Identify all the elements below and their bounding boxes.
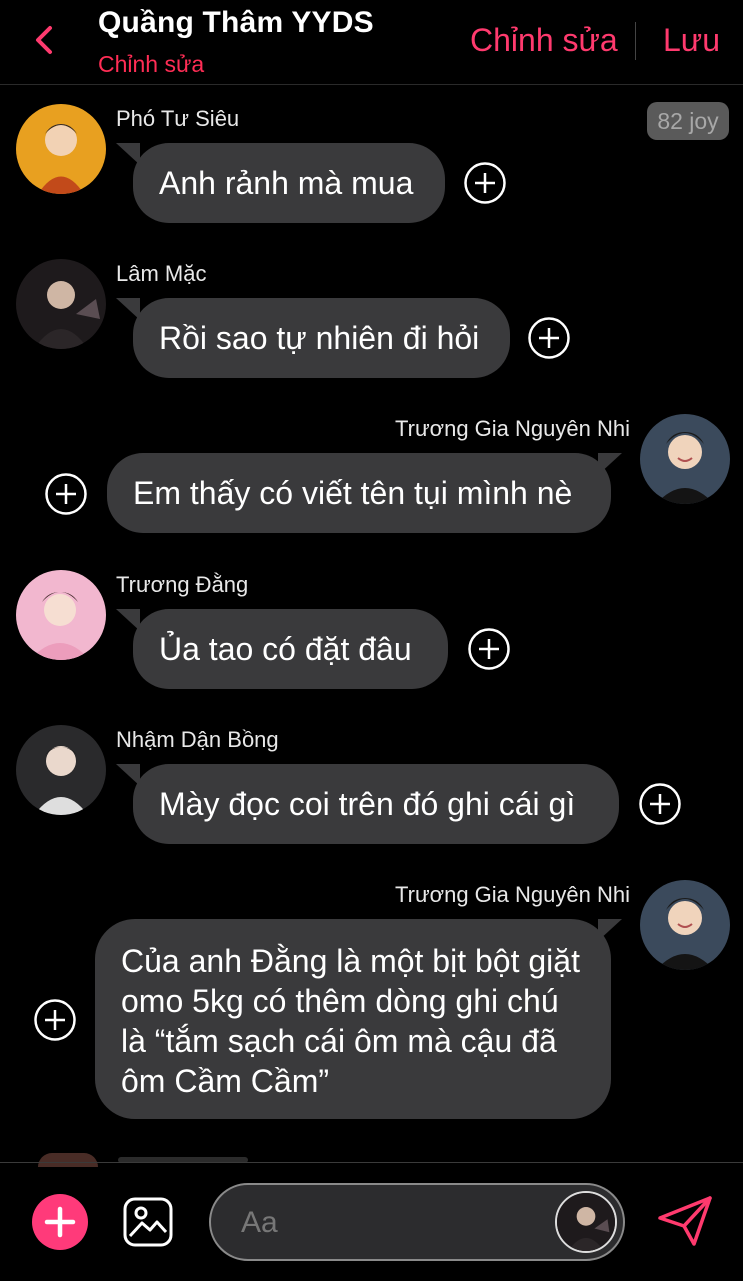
plus-circle-icon: [639, 783, 681, 825]
message-bubble[interactable]: Anh rảnh mà mua: [133, 143, 445, 223]
avatar[interactable]: [16, 259, 106, 349]
plus-circle-icon: [464, 162, 506, 204]
add-reaction-button[interactable]: [33, 998, 77, 1042]
chat-subtitle: Chỉnh sửa: [98, 51, 205, 77]
chat-header: Quầng Thâm YYDS Chỉnh sửa Chỉnh sửa Lưu: [0, 0, 743, 85]
chat-title: Quầng Thâm YYDS: [98, 6, 374, 39]
message-bubble[interactable]: Em thấy có viết tên tụi mình nè: [107, 453, 611, 533]
avatar[interactable]: [16, 104, 106, 194]
plus-circle-icon: [34, 999, 76, 1041]
sender-name: Nhậm Dận Bồng: [116, 727, 279, 752]
message-bubble[interactable]: Ủa tao có đặt đâu: [133, 609, 448, 689]
message-input[interactable]: [239, 1185, 543, 1261]
add-reaction-button[interactable]: [638, 782, 682, 826]
save-button[interactable]: Lưu: [663, 22, 720, 59]
message-bubble[interactable]: Rồi sao tự nhiên đi hỏi: [133, 298, 510, 378]
plus-circle-icon: [45, 473, 87, 515]
image-icon: [123, 1197, 173, 1247]
message-bubble[interactable]: Mày đọc coi trên đó ghi cái gì: [133, 764, 619, 844]
message-bubble[interactable]: Của anh Đằng là một bịt bột giặt omo 5kg…: [95, 919, 611, 1119]
sender-name: Phó Tư Siêu: [116, 106, 240, 131]
sender-name: Trương Gia Nguyên Nhi: [395, 416, 630, 441]
image-button[interactable]: [122, 1196, 174, 1248]
send-icon: [658, 1196, 712, 1246]
avatar[interactable]: [640, 414, 730, 504]
add-reaction-button[interactable]: [463, 161, 507, 205]
plus-icon: [44, 1206, 76, 1238]
edit-button[interactable]: Chỉnh sửa: [470, 22, 618, 59]
joy-badge: 82 joy: [647, 102, 729, 140]
header-divider: [635, 22, 636, 60]
send-button[interactable]: [656, 1194, 714, 1248]
avatar[interactable]: [16, 725, 106, 815]
message-composer: [209, 1183, 625, 1261]
add-reaction-button[interactable]: [44, 472, 88, 516]
add-button[interactable]: [32, 1194, 88, 1250]
plus-circle-icon: [528, 317, 570, 359]
add-reaction-button[interactable]: [467, 627, 511, 671]
sender-name: Lâm Mặc: [116, 261, 207, 286]
partial-avatar: [38, 1153, 98, 1167]
sender-name: Trương Đằng: [116, 572, 249, 597]
sender-name: Trương Gia Nguyên Nhi: [395, 882, 630, 907]
plus-circle-icon: [468, 628, 510, 670]
avatar[interactable]: [640, 880, 730, 970]
avatar[interactable]: [16, 570, 106, 660]
add-reaction-button[interactable]: [527, 316, 571, 360]
back-button[interactable]: [28, 20, 62, 60]
avatar[interactable]: [555, 1191, 617, 1253]
chevron-left-icon: [36, 26, 52, 54]
composer-divider: [0, 1162, 743, 1163]
